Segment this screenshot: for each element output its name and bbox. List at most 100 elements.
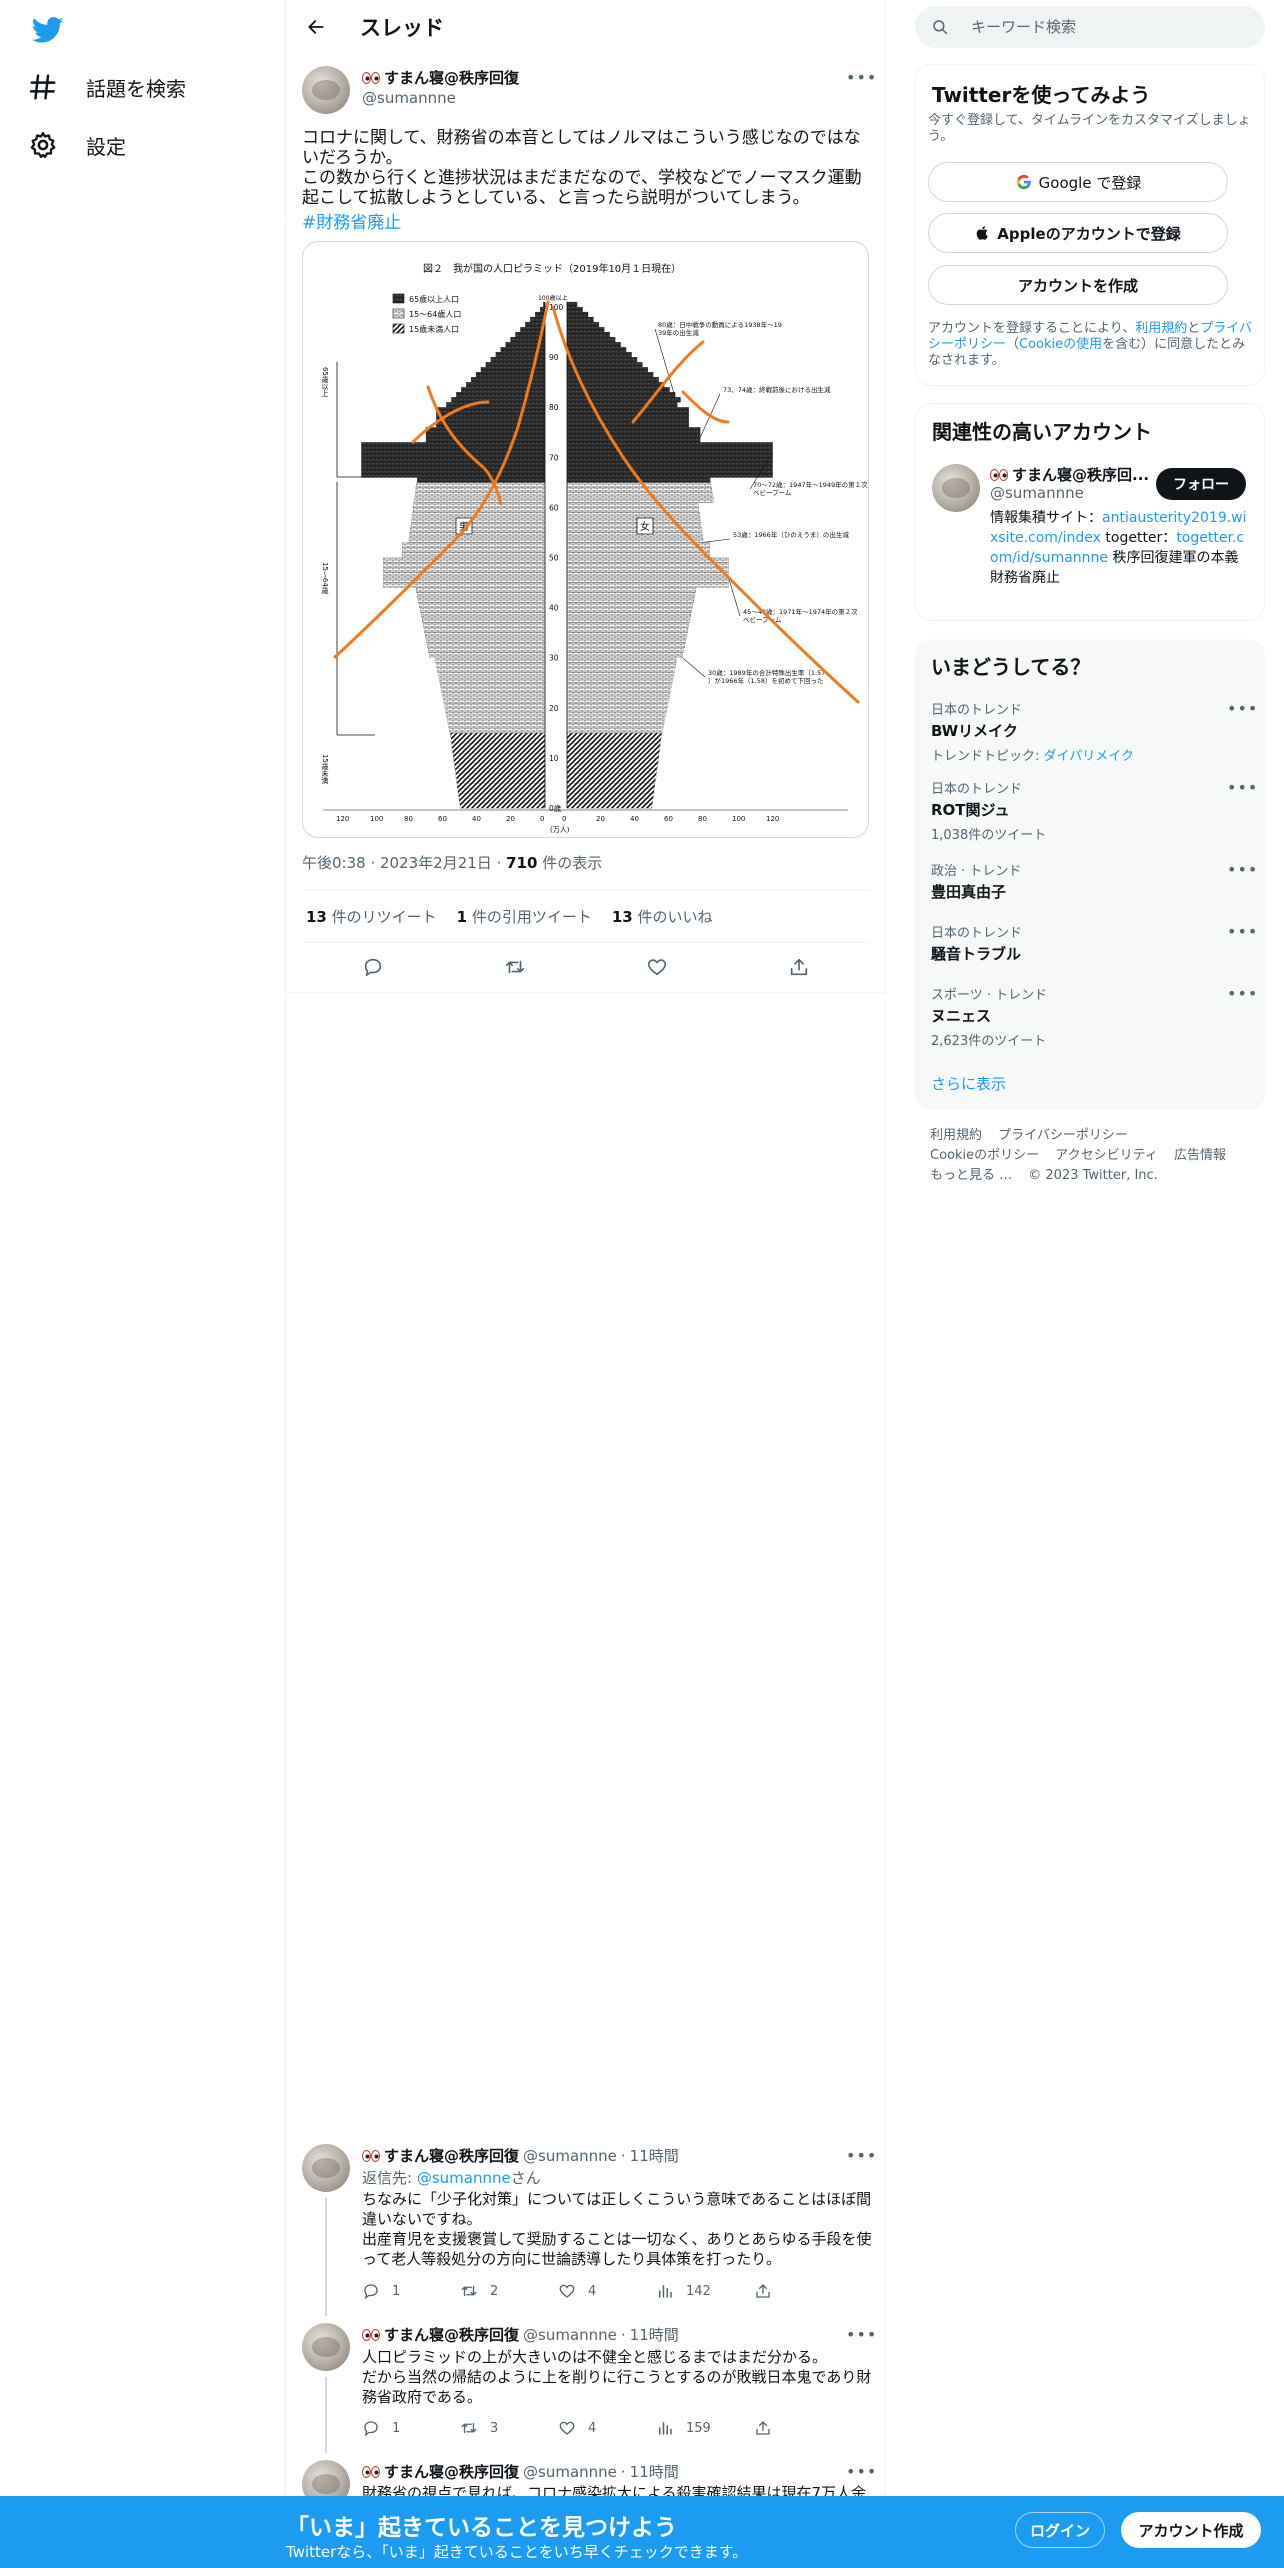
terms-link[interactable]: 利用規約 (1135, 321, 1187, 336)
avatar[interactable] (302, 66, 350, 114)
footer-more-link[interactable]: もっと見る … (930, 1168, 1012, 1183)
trend-topic-link[interactable]: ダイパリメイク (1044, 749, 1134, 764)
timestamp[interactable]: 11時間 (630, 2461, 679, 2482)
dot-separator: · (620, 2325, 626, 2344)
show-more-link[interactable]: さらに表示 (931, 1073, 1006, 1094)
views-button[interactable]: 159 (656, 2419, 754, 2437)
divider (302, 942, 870, 943)
author-name[interactable]: すまん寝@秩序回復 (362, 67, 519, 88)
signup-button[interactable]: アカウント作成 (1121, 2512, 1261, 2548)
more-options-icon[interactable]: ••• (846, 2462, 876, 2482)
pyramid-female-bar (566, 767, 657, 774)
footer-copyright: © 2023 Twitter, Inc. (1028, 1168, 1158, 1183)
follow-button[interactable]: フォロー (1156, 468, 1246, 500)
retweet-button[interactable]: 3 (460, 2419, 558, 2437)
more-options-icon[interactable]: ••• (1227, 699, 1257, 719)
pyramid-female-bar (566, 802, 653, 809)
pyramid-male-bar (441, 687, 546, 694)
trend-item[interactable]: 日本のトレンド 騒音トラブル ••• (931, 922, 1257, 964)
pyramid-male-bar (416, 482, 546, 488)
footer-cookie-link[interactable]: Cookieのポリシー (930, 1148, 1039, 1163)
pyramid-female-bar (566, 752, 659, 759)
login-button[interactable]: ログイン (1015, 2512, 1105, 2548)
pyramid-female-bar (566, 467, 773, 473)
pyramid-female-bar (566, 672, 674, 679)
pyramid-male-bar (436, 662, 546, 669)
pyramid-x-tick: 60 (438, 815, 447, 823)
pyramid-female-bar (566, 547, 710, 553)
pyramid-male-bar (361, 462, 546, 468)
retweet-icon[interactable] (504, 956, 526, 978)
display-name: すまん寝@秩序回... (1012, 466, 1150, 484)
footer-privacy-link[interactable]: プライバシーポリシー (998, 1128, 1128, 1143)
pyramid-male-bar (470, 377, 546, 383)
timestamp[interactable]: 11時間 (630, 2145, 679, 2166)
footer-accessibility-link[interactable]: アクセシビリティ (1055, 1148, 1158, 1163)
pyramid-female-bar (566, 777, 656, 784)
create-account-button[interactable]: アカウントを作成 (928, 265, 1228, 305)
retweets-stat[interactable]: 13 件のリツイート (306, 906, 437, 927)
trend-item[interactable]: 政治 · トレンド 豊田真由子 ••• (931, 860, 1257, 902)
reply-icon[interactable] (362, 956, 384, 978)
related-account-handle[interactable]: @sumannne (990, 484, 1084, 502)
footer-terms-link[interactable]: 利用規約 (930, 1128, 982, 1143)
like-button[interactable]: 4 (558, 2419, 656, 2437)
search-box[interactable] (915, 6, 1265, 48)
quotes-stat[interactable]: 1 件の引用ツイート (457, 906, 592, 927)
author-handle[interactable]: @sumannne (362, 89, 456, 107)
trend-category: スポーツ · トレンド (931, 988, 1048, 1003)
like-button[interactable]: 4 (558, 2282, 656, 2300)
related-account-name[interactable]: すまん寝@秩序回... (990, 464, 1149, 485)
pyramid-male-bar (361, 457, 546, 463)
pyramid-male-bar (428, 647, 546, 653)
pyramid-female-bar (566, 712, 666, 719)
pyramid-male-bar (453, 752, 546, 759)
pyramid-male-bar (456, 392, 546, 398)
trend-item[interactable]: 日本のトレンド ROT関ジュ 1,038件のツイート ••• (931, 778, 1257, 843)
avatar[interactable] (932, 464, 980, 512)
search-input[interactable] (971, 18, 1251, 36)
nav-explore[interactable]: 話題を検索 (28, 63, 186, 111)
retweet-button[interactable]: 2 (460, 2282, 558, 2300)
like-icon[interactable] (646, 956, 668, 978)
cookie-link[interactable]: Cookieの使用 (1019, 337, 1102, 352)
author-name[interactable]: すまん寝@秩序回復 @sumannne · 11時間 (362, 2145, 679, 2166)
trend-item[interactable]: スポーツ · トレンド ヌニェス 2,623件のツイート ••• (931, 984, 1257, 1049)
share-button[interactable] (754, 2419, 852, 2437)
reply-button[interactable]: 1 (362, 2419, 460, 2437)
back-button[interactable] (298, 9, 334, 45)
pyramid-female-bar (566, 462, 773, 468)
avatar[interactable] (302, 2323, 350, 2371)
views-button[interactable]: 142 (656, 2282, 754, 2300)
google-signup-button[interactable]: Google で登録 (928, 162, 1228, 202)
share-icon[interactable] (788, 956, 810, 978)
tweet-timestamp[interactable]: 午後0:38 · 2023年2月21日 · 710 件の表示 (302, 852, 602, 873)
pyramid-male-bar (446, 712, 546, 719)
reply-to-handle-link[interactable]: @sumannne (417, 2169, 511, 2187)
related-accounts-panel: 関連性の高いアカウント すまん寝@秩序回... @sumannne フォロー 情… (915, 403, 1265, 621)
more-options-icon[interactable]: ••• (1227, 922, 1257, 942)
pyramid-male-bar (466, 382, 546, 388)
twitter-logo-icon[interactable] (32, 14, 64, 46)
author-name[interactable]: すまん寝@秩序回復 @sumannne · 11時間 (362, 2461, 679, 2482)
share-button[interactable] (754, 2282, 852, 2300)
more-options-icon[interactable]: ••• (846, 2325, 876, 2345)
reply-button[interactable]: 1 (362, 2282, 460, 2300)
author-name[interactable]: すまん寝@秩序回復 @sumannne · 11時間 (362, 2324, 679, 2345)
more-options-icon[interactable]: ••• (1227, 860, 1257, 880)
timestamp[interactable]: 11時間 (630, 2324, 679, 2345)
view-label: 件の表示 (537, 854, 603, 872)
apple-signup-button[interactable]: Appleのアカウントで登録 (928, 213, 1228, 253)
likes-stat[interactable]: 13 件のいいね (612, 906, 713, 927)
more-options-icon[interactable]: ••• (1227, 984, 1257, 1004)
more-options-icon[interactable]: ••• (846, 2146, 876, 2166)
nav-settings[interactable]: 設定 (28, 121, 126, 169)
hashtag-link[interactable]: #財務省廃止 (302, 208, 401, 233)
avatar[interactable] (302, 2144, 350, 2192)
more-options-icon[interactable]: ••• (1227, 778, 1257, 798)
tweet-media-image[interactable]: 図２ 我が国の人口ピラミッド（2019年10月１日現在） 65歳以上人口 15〜… (302, 241, 869, 838)
trend-item[interactable]: 日本のトレンド BWリメイク トレンドトピック: ダイパリメイク ••• (931, 699, 1257, 764)
footer-ads-link[interactable]: 広告情報 (1174, 1148, 1226, 1163)
more-options-icon[interactable]: ••• (846, 68, 876, 88)
pyramid-female-bar (566, 697, 669, 704)
